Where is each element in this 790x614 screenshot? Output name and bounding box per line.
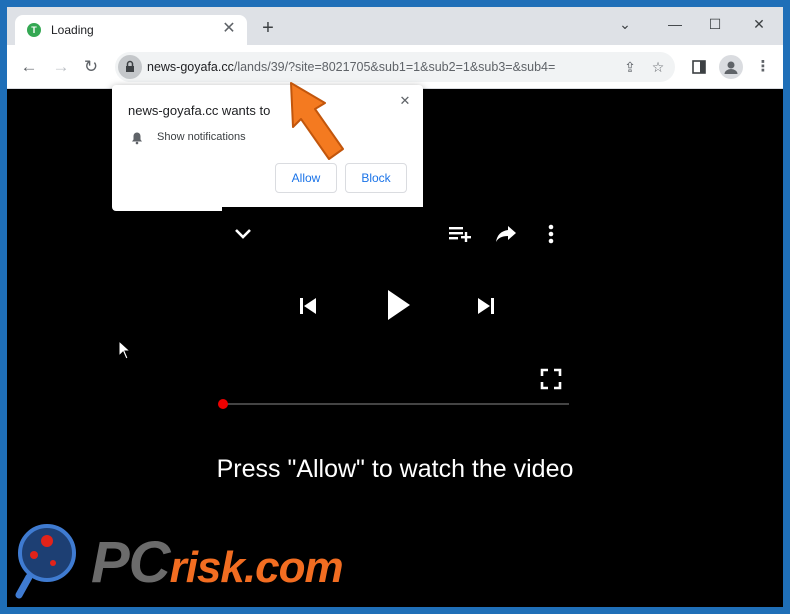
tab-title: Loading — [51, 23, 94, 37]
popup-title: news-goyafa.cc wants to — [128, 103, 271, 118]
permission-label: Show notifications — [157, 131, 246, 143]
block-button[interactable]: Block — [345, 163, 407, 193]
popup-close-icon[interactable]: ✕ — [397, 93, 413, 109]
browser-toolbar: ← → ↻ news-goyafa.cc/lands/39/?site=8021… — [7, 45, 783, 89]
maximize-icon[interactable]: ☐ — [700, 12, 730, 36]
progress-bar[interactable] — [218, 399, 569, 409]
progress-scrubber[interactable] — [218, 399, 228, 409]
bell-icon — [130, 131, 144, 145]
browser-window: T Loading ✕ + ⌄ — ☐ ✕ ← → ↻ news-goyafa.… — [7, 7, 783, 607]
allow-button[interactable]: Allow — [275, 163, 337, 193]
forward-arrow-icon[interactable]: → — [49, 55, 73, 79]
menu-kebab-icon[interactable]: ⋮ — [751, 55, 775, 79]
share-icon[interactable]: ⇪ — [620, 57, 640, 77]
orange-arrow-pointer-icon — [290, 82, 344, 160]
more-options-icon[interactable] — [546, 223, 556, 245]
video-caption: Press "Allow" to watch the video — [216, 455, 574, 483]
new-tab-plus-icon[interactable]: + — [257, 17, 279, 39]
pcrisk-watermark-logo: PCrisk.com — [15, 519, 455, 607]
tab-favicon-icon: T — [27, 23, 41, 37]
back-arrow-icon[interactable]: ← — [17, 55, 41, 79]
share-arrow-icon[interactable] — [494, 223, 518, 245]
profile-avatar-icon[interactable] — [719, 55, 743, 79]
address-bar[interactable]: news-goyafa.cc/lands/39/?site=8021705&su… — [115, 52, 675, 82]
minimize-icon[interactable]: — — [660, 12, 690, 36]
next-track-icon[interactable] — [475, 295, 497, 317]
fullscreen-icon[interactable] — [540, 368, 562, 390]
tab-close-icon[interactable]: ✕ — [219, 19, 239, 39]
side-panel-icon[interactable] — [687, 55, 711, 79]
watermark-text: PCrisk.com — [91, 530, 344, 595]
add-to-queue-icon[interactable] — [448, 223, 472, 245]
reload-icon[interactable]: ↻ — [79, 55, 103, 79]
tab-search-chevron-icon[interactable]: ⌄ — [610, 12, 640, 36]
url-text[interactable]: news-goyafa.cc/lands/39/?site=8021705&su… — [147, 60, 555, 74]
notification-permission-popup: news-goyafa.cc wants to ✕ Show notificat… — [112, 85, 423, 211]
bookmark-star-icon[interactable]: ☆ — [648, 57, 668, 77]
video-player[interactable] — [222, 207, 569, 405]
magnifier-logo-icon — [15, 524, 76, 599]
previous-track-icon[interactable] — [297, 295, 319, 317]
play-icon[interactable] — [382, 287, 414, 323]
window-close-icon[interactable]: ✕ — [744, 12, 774, 36]
chevron-down-icon[interactable] — [232, 223, 254, 245]
lock-icon[interactable] — [118, 55, 142, 79]
tab-loading[interactable]: T Loading ✕ — [15, 15, 247, 45]
mouse-cursor-icon — [118, 340, 132, 360]
tab-strip: T Loading ✕ + ⌄ — ☐ ✕ — [7, 7, 783, 45]
